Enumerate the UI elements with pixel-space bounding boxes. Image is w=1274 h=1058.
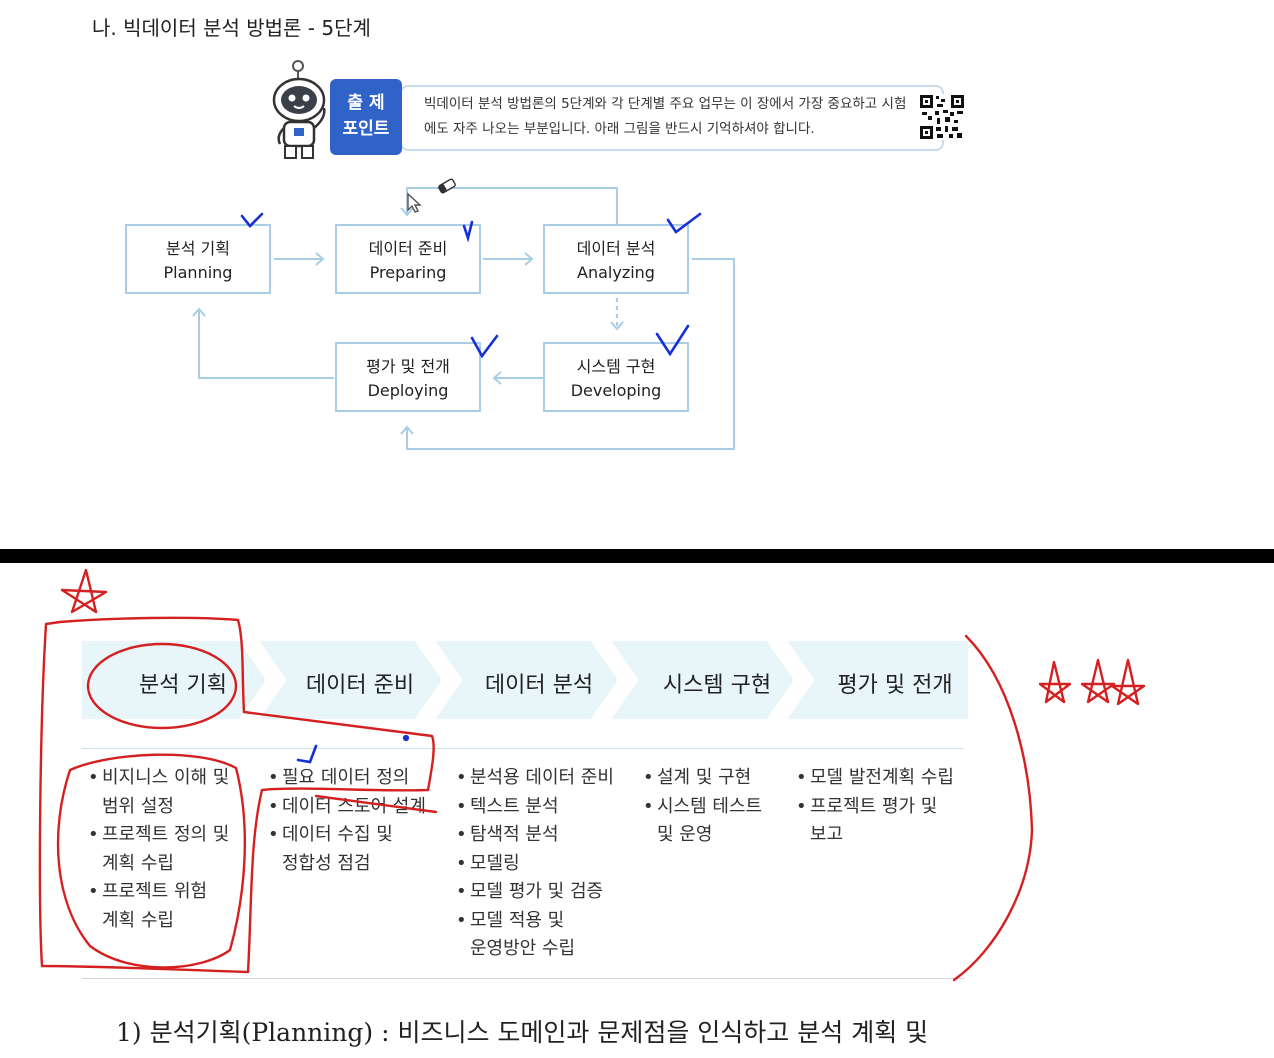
stage-en-label: Analyzing (577, 263, 655, 282)
badge-line-2: 포인트 (342, 119, 390, 139)
task-item: • 필요 데이터 정의 (268, 767, 410, 788)
stage-ko-label: 데이터 분석 (576, 239, 656, 258)
phase-label-developing: 시스템 구현 (662, 673, 772, 698)
stage-box-planning: 분석 기획 Planning (125, 224, 271, 294)
task-item: • 모델링 (456, 852, 520, 874)
task-item: • 모델 발전계획 수립 (796, 767, 954, 788)
task-item: • 분석용 데이터 준비 (456, 767, 614, 788)
exam-point-text: 빅데이터 분석 방법론의 5단계와 각 단계별 주요 업무는 이 장에서 가장 … (424, 96, 907, 137)
task-item: • 탐색적 분석 (456, 824, 559, 845)
task-item: • 데이터 스토어 설계 (268, 795, 426, 817)
task-item-cont: 계획 수립 (102, 852, 174, 874)
task-item-cont: 및 운영 (657, 824, 713, 845)
table-divider-top (82, 748, 964, 749)
top-page-panel: 나. 빅데이터 분석 방법론 - 5단계 출 제 포인트 빅데이터 분석 방법론… (0, 0, 1274, 549)
stage-box-analyzing: 데이터 분석 Analyzing (543, 224, 689, 294)
task-item: • 프로젝트 정의 및 (88, 824, 230, 845)
task-item-cont: 정합성 점검 (282, 852, 371, 874)
stage-ko-label: 평가 및 전개 (366, 357, 450, 376)
eraser-cursor-icon (438, 178, 456, 194)
phase-label-deploying: 평가 및 전개 (837, 673, 953, 698)
task-item-cont: 범위 설정 (102, 795, 174, 817)
task-list-preparing: • 필요 데이터 정의 • 데이터 스토어 설계 • 데이터 수집 및 정합성 점검 (268, 764, 426, 878)
bottom-page-panel: 분석 기획 데이터 준비 데이터 분석 시스템 구현 평가 및 전개 • 비지니스… (0, 563, 1274, 1058)
task-item-cont: 운영방안 수립 (470, 938, 576, 959)
task-item: • 모델 평가 및 검증 (456, 881, 604, 902)
task-item: • 데이터 수집 및 (268, 824, 393, 845)
task-item-cont: 보고 (810, 824, 844, 845)
exam-point-badge: 출 제 포인트 (330, 79, 402, 155)
stage-ko-label: 시스템 구현 (576, 357, 656, 376)
mascot-icon (272, 60, 326, 159)
stage-en-label: Developing (570, 381, 662, 400)
section-title: 나. 빅데이터 분석 방법론 - 5단계 (92, 16, 371, 40)
section-body-text: 1) 분석기획(Planning) : 비즈니스 도메인과 문제점을 인식하고 … (116, 1018, 929, 1047)
stage-en-label: Planning (163, 263, 233, 282)
phase-label-preparing: 데이터 준비 (305, 673, 415, 698)
stage-box-preparing: 데이터 준비 Preparing (335, 224, 481, 294)
task-list-developing: • 설계 및 구현 • 시스템 테스트 및 운영 (643, 764, 762, 850)
task-item: • 텍스트 분석 (456, 795, 559, 817)
pointer-cursor-icon (407, 192, 422, 213)
stage-en-label: Deploying (367, 381, 449, 400)
qr-code-icon (919, 94, 965, 140)
task-item: • 시스템 테스트 (643, 795, 763, 817)
stage-box-deploying: 평가 및 전개 Deploying (335, 342, 481, 412)
phase-label-analyzing: 데이터 분석 (484, 673, 594, 698)
table-divider-bottom (82, 978, 964, 979)
stage-ko-label: 분석 기획 (166, 239, 230, 258)
task-list-planning: • 비지니스 이해 및 범위 설정 • 프로젝트 정의 및 계획 수립 • 프로젝트 … (88, 764, 229, 935)
stage-box-developing: 시스템 구현 Developing (543, 342, 689, 412)
badge-line-1: 출 제 (347, 93, 385, 113)
task-item: • 프로젝트 위험 (88, 881, 208, 902)
task-item: • 비지니스 이해 및 (88, 767, 230, 788)
task-list-analyzing: • 분석용 데이터 준비 • 텍스트 분석 • 탐색적 분석 • 모델링 • 모델 평가 … (456, 764, 614, 964)
stage-en-label: Preparing (369, 263, 447, 282)
task-item-cont: 계획 수립 (102, 909, 174, 931)
task-item: • 모델 적용 및 (456, 909, 565, 931)
task-item: • 프로젝트 평가 및 (796, 795, 938, 817)
task-list-deploying: • 모델 발전계획 수립 • 프로젝트 평가 및 보고 (796, 764, 954, 850)
phase-label-planning: 분석 기획 (139, 673, 227, 698)
task-item: • 설계 및 구현 (643, 767, 752, 788)
stage-ko-label: 데이터 준비 (368, 239, 448, 258)
